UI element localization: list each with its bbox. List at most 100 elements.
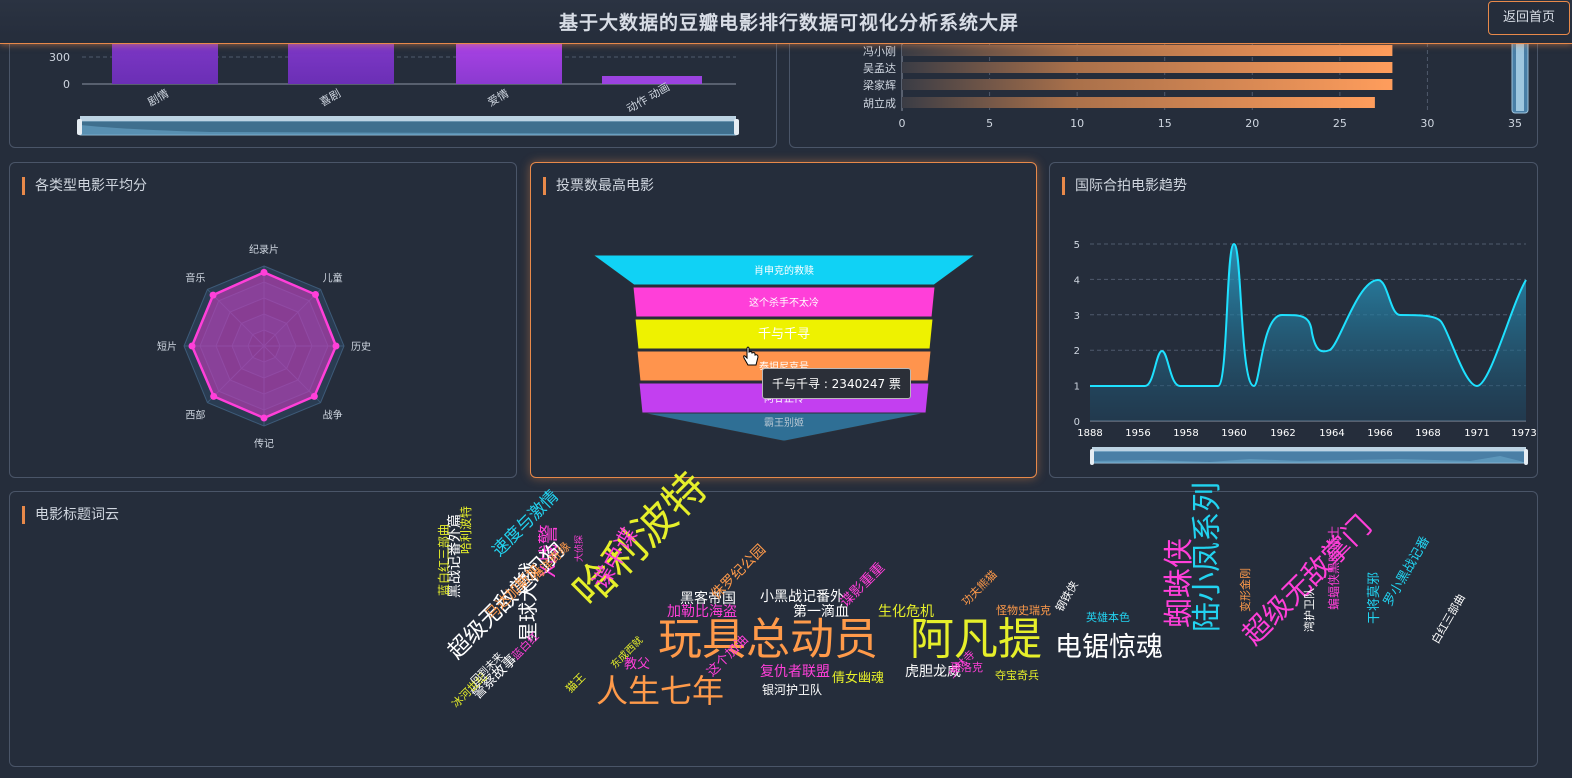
wordcloud-word[interactable]: 复仇者联盟 (760, 665, 830, 679)
wordcloud-word[interactable]: 哈利波特 (459, 506, 473, 554)
wordcloud-word[interactable]: 蝙蝠侠黑暗骑士 (1327, 526, 1341, 610)
director-name-label: 冯小刚 (863, 45, 896, 58)
radar-point[interactable] (260, 268, 268, 276)
funnel-label: 霸王别姬 (764, 416, 804, 429)
datazoom-bar[interactable] (1092, 447, 1526, 451)
director-bar[interactable] (902, 45, 1393, 56)
wordcloud-word[interactable]: 白红三部曲 (1429, 592, 1468, 646)
x-tick-label: 动作 动画 (624, 80, 672, 115)
x-tick-label: 15 (1158, 117, 1172, 130)
x-tick-label: 30 (1420, 117, 1434, 130)
wordcloud-word[interactable]: 怪物史瑞克 (996, 605, 1051, 616)
wordcloud-word[interactable]: 夺宝奇兵 (995, 670, 1039, 681)
page-title: 基于大数据的豆瓣电影排行数据可视化分析系统大屏 (558, 12, 1019, 34)
x-tick-label: 25 (1333, 117, 1347, 130)
datazoom-bar[interactable] (80, 116, 736, 121)
datazoom-handle-right[interactable] (734, 119, 739, 135)
x-tick-label: 35 (1508, 117, 1522, 130)
radar-point[interactable] (188, 342, 196, 350)
wordcloud-word[interactable]: 变形金刚 (1239, 568, 1252, 612)
wordcloud-word[interactable]: 银河护卫队 (762, 684, 822, 696)
datazoom-handle-left[interactable] (1090, 449, 1094, 465)
y-tick-label: 0 (1074, 417, 1080, 428)
radar-axis-label: 西部 (185, 409, 205, 422)
wordcloud-word[interactable]: 湾护卫队 (1303, 588, 1316, 632)
bar-action[interactable] (602, 76, 702, 84)
wordcloud-word[interactable]: 谍影重重 (837, 560, 888, 611)
y-tick-label: 1 (1074, 382, 1080, 393)
director-name-label: 胡立成 (863, 96, 896, 110)
x-tick-label: 喜剧 (317, 87, 343, 109)
radar-point[interactable] (332, 342, 340, 350)
wordcloud-word[interactable]: 猫王 (563, 671, 588, 696)
wordcloud-word[interactable]: 电锯惊魂 (1055, 634, 1163, 661)
radar-axis-label: 短片 (157, 340, 177, 353)
datazoom-handle-left[interactable] (77, 119, 82, 135)
wordcloud-word[interactable]: 干将莫邪 (1367, 572, 1382, 624)
wordcloud-word[interactable]: 第一滴血 (793, 605, 849, 619)
director-bar[interactable] (902, 79, 1393, 90)
x-tick-label: 1971 (1464, 428, 1489, 439)
radar-point[interactable] (210, 392, 218, 400)
y-tick-label: 3 (1074, 311, 1080, 322)
y-tick-label: 2 (1074, 346, 1080, 357)
director-bar[interactable] (902, 62, 1393, 73)
chart-tooltip: 千与千寻 : 2340247 票 (762, 368, 911, 399)
radar-axis-label: 纪录片 (249, 243, 279, 256)
x-tick-label: 1966 (1367, 428, 1392, 439)
radar-axis-label: 历史 (351, 341, 371, 353)
x-tick-label: 1958 (1173, 428, 1198, 439)
top-voted-panel: 投票数最高电影 肖申克的救赎这个杀手不太冷千与千寻泰坦尼克号阿甘正传霸王别姬 千… (530, 162, 1037, 478)
funnel-label: 肖申克的救赎 (754, 264, 814, 277)
wordcloud-word[interactable]: 小黑战记番外 (760, 590, 844, 604)
wordcloud-word[interactable]: 罗小黑战记番 (1381, 534, 1433, 609)
y-tick-label: 5 (1074, 240, 1080, 251)
wordcloud-word[interactable]: 蓝白红 (509, 630, 542, 663)
wordcloud-word[interactable]: 功夫熊猫 (959, 568, 999, 608)
x-tick-label: 0 (899, 117, 906, 130)
wordcloud-word[interactable]: 生化危机 (878, 605, 934, 619)
director-bar[interactable] (902, 97, 1375, 108)
radar-axis-label: 音乐 (185, 271, 205, 284)
x-tick-label: 爱情 (485, 87, 511, 109)
wordcloud-word[interactable]: 倩女幽魂 (832, 672, 884, 685)
funnel-chart: 肖申克的救赎这个杀手不太冷千与千寻泰坦尼克号阿甘正传霸王别姬 (591, 254, 977, 442)
x-tick-label: 1964 (1319, 428, 1344, 439)
wordcloud-word[interactable]: 蓝白红三部曲 (437, 524, 451, 596)
wordcloud: 玩具总动员 阿凡提 电锯惊魂 哈利波特 人生七年 蜘蛛侠 陆小凤系列 超级无敌掌门 谍中谍 X战警… (10, 462, 1539, 768)
genre-avg-score-panel: 各类型电影平均分 纪录片 儿童 历史 战争 传记 西部 短片 音乐 (9, 162, 517, 478)
x-tick-label: 1956 (1125, 428, 1150, 439)
wordcloud-word[interactable]: 陆小凤系列 (1190, 482, 1225, 632)
x-tick-label: 1960 (1221, 428, 1246, 439)
wordcloud-word[interactable]: 钢铁侠 (1053, 579, 1081, 614)
wordcloud-word[interactable]: 夏洛克 (950, 662, 983, 673)
radar-point[interactable] (310, 392, 318, 400)
y-tick-label: 4 (1074, 275, 1080, 286)
datazoom-handle-right[interactable] (1524, 449, 1528, 465)
x-tick-label: 20 (1245, 117, 1259, 130)
radar-axis-label: 传记 (254, 438, 274, 450)
co-production-trend-panel: 国际合拍电影趋势 0 1 2 3 4 5 1888 1956 1958 1960 1962 1964 1… (1049, 162, 1538, 478)
x-tick-label: 10 (1070, 117, 1084, 130)
director-name-label: 梁家辉 (863, 78, 896, 92)
x-tick-label: 1968 (1415, 428, 1440, 439)
radar-point[interactable] (260, 414, 268, 422)
trend-area[interactable] (1090, 244, 1526, 421)
trend-area-chart: 0 1 2 3 4 5 1888 1956 1958 1960 1962 1964 1966 1968 19… (1074, 240, 1537, 465)
radar-axis-label: 儿童 (323, 271, 343, 284)
radar-point[interactable] (311, 291, 319, 299)
wordcloud-word[interactable]: 大侦探 (575, 535, 585, 562)
wordcloud-word[interactable]: 玩具总动员 (658, 618, 878, 662)
home-button[interactable]: 返回首页 (1488, 1, 1570, 35)
wordcloud-word[interactable]: 英雄本色 (1086, 612, 1130, 623)
title-wordcloud-panel: 电影标题词云 玩具总动员 阿凡提 电锯惊魂 哈利波特 人生七年 蜘蛛侠 陆小凤系列 超级无敌掌… (9, 462, 1539, 768)
funnel-label: 千与千寻 (758, 327, 810, 342)
hand-cursor-icon (743, 346, 759, 366)
x-tick-label: 5 (986, 117, 993, 130)
x-tick-label: 1888 (1077, 428, 1102, 439)
wordcloud-word[interactable]: 加勒比海盗 (667, 605, 737, 619)
wordcloud-word[interactable]: 人生七年 (596, 675, 724, 707)
y-tick-label: 300 (49, 51, 70, 64)
radar-axis-label: 战争 (323, 409, 343, 422)
radar-point[interactable] (209, 291, 217, 299)
